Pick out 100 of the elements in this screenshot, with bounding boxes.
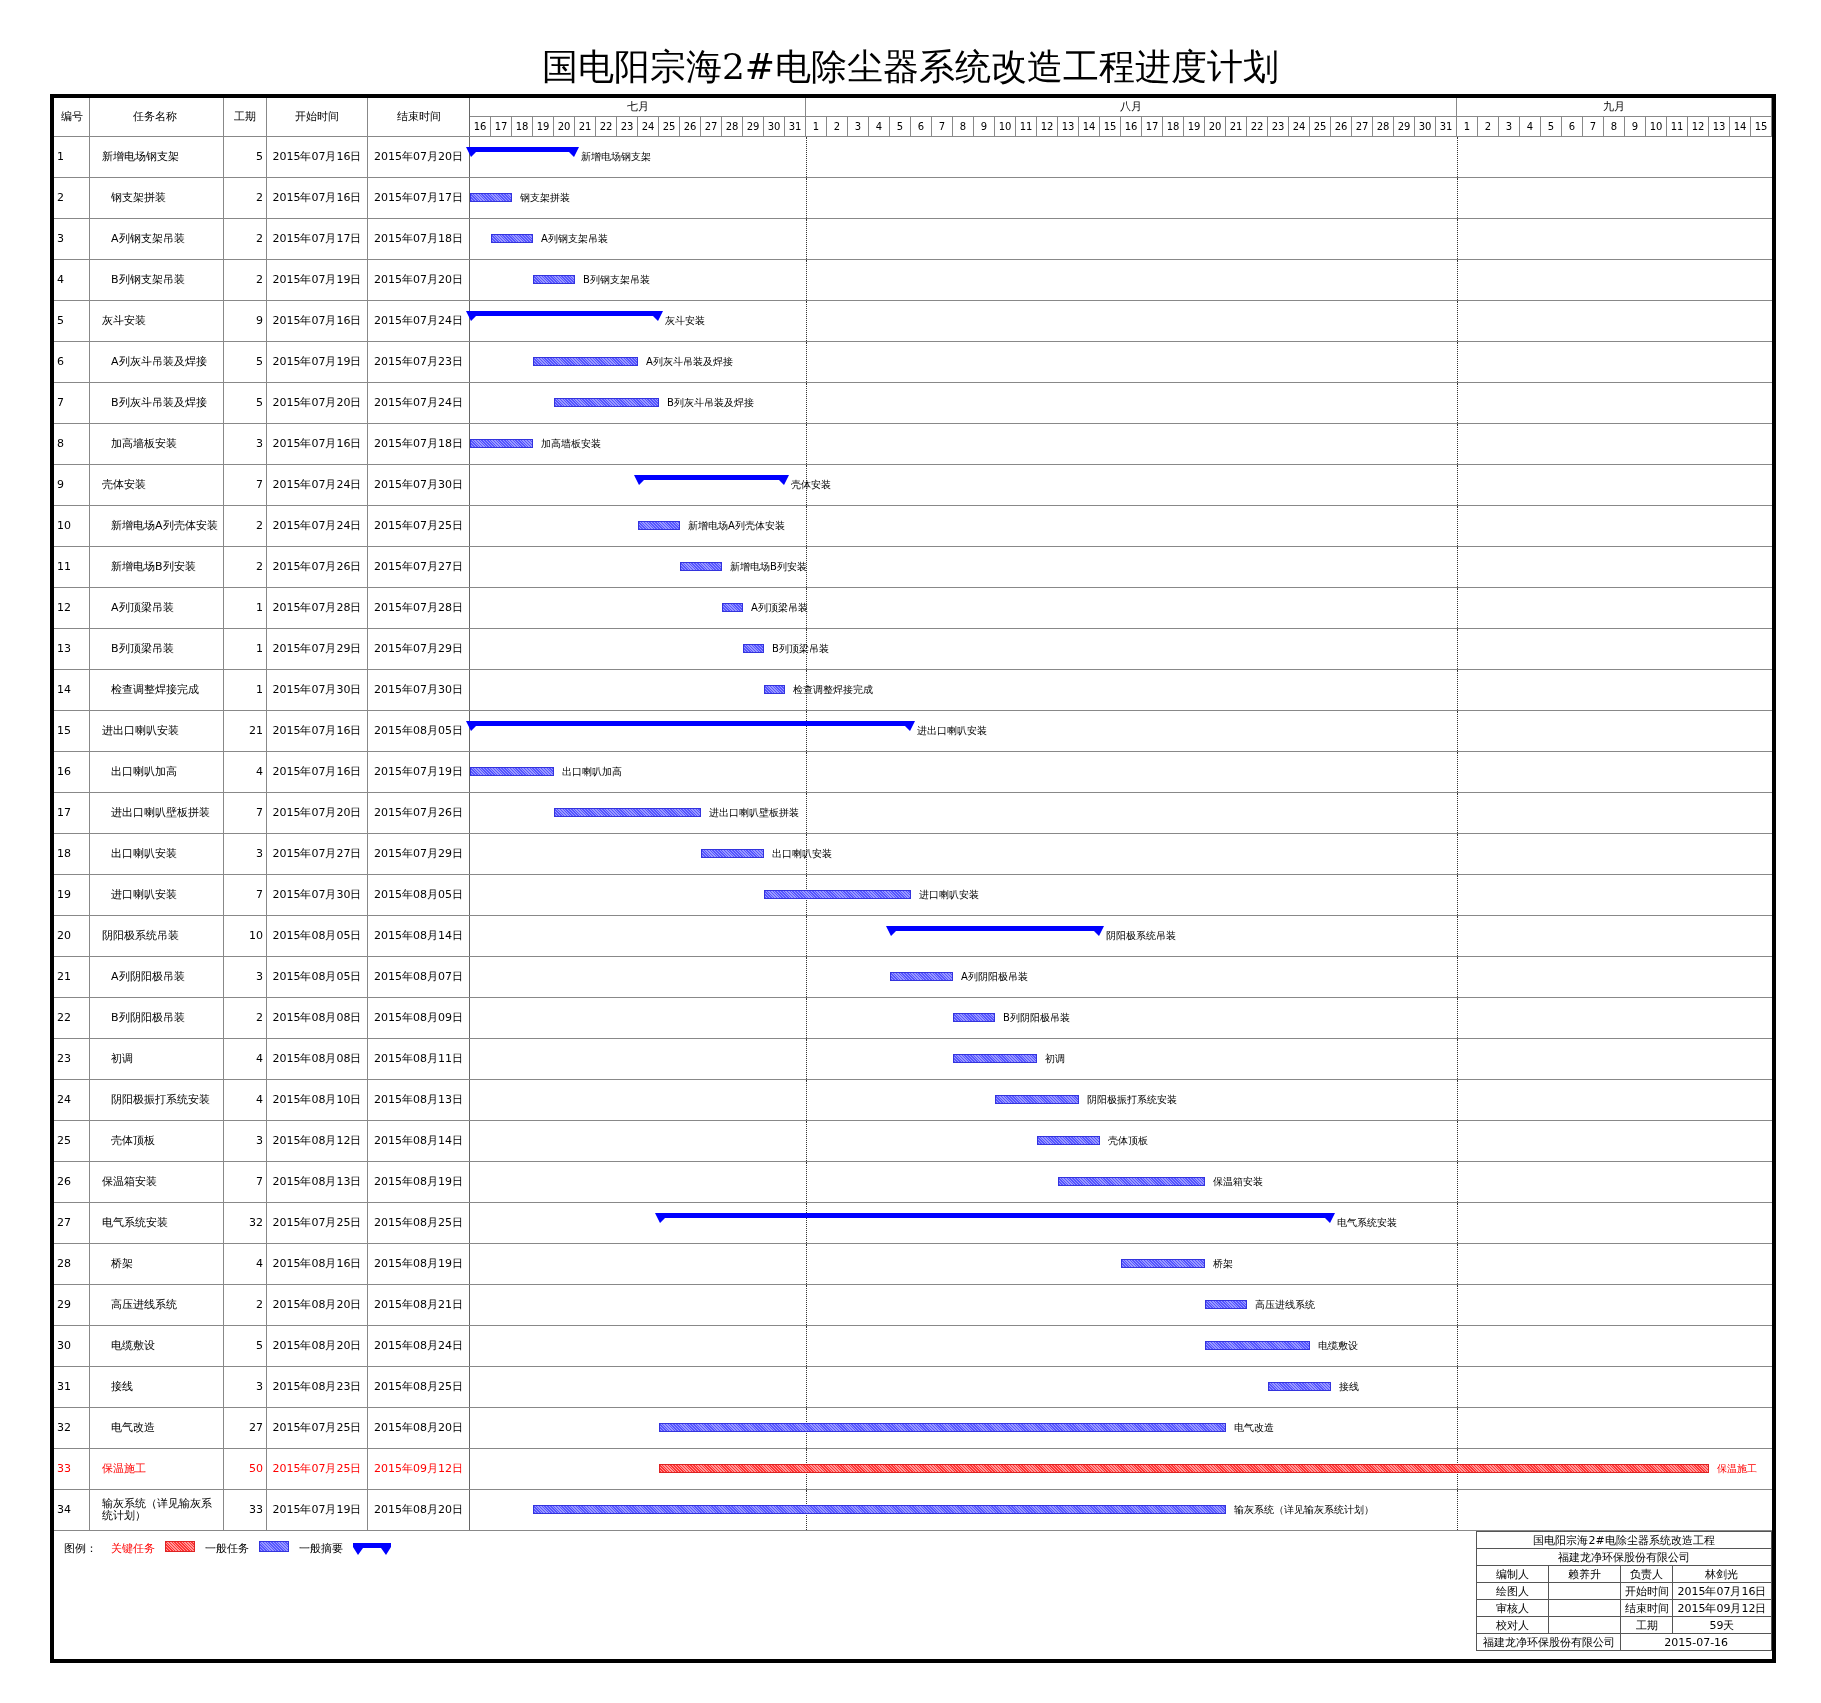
day-label: 21 (575, 117, 596, 136)
day-label: 24 (1289, 117, 1310, 136)
day-label: 15 (1100, 117, 1121, 136)
table-cell: 2015年07月16日 (267, 424, 368, 464)
table-cell: 审核人 (1476, 1599, 1549, 1617)
table-cell: 2015年07月25日 (267, 1449, 368, 1489)
table-cell: 2015年07月29日 (267, 629, 368, 669)
table-cell: 22 (54, 998, 90, 1038)
table-cell: 2 (224, 219, 267, 259)
table-cell: 2015年08月25日 (368, 1367, 470, 1407)
table-cell: 绘图人 (1476, 1582, 1549, 1600)
day-label: 10 (1646, 117, 1667, 136)
table-cell: 编制人 (1476, 1565, 1549, 1583)
table-cell: 2015年08月25日 (368, 1203, 470, 1243)
table-cell: 32 (224, 1203, 267, 1243)
day-label: 16 (470, 117, 491, 136)
day-label: 15 (1751, 117, 1772, 136)
table-cell: 工期 (1620, 1616, 1673, 1634)
table-cell: 2015年07月16日 (1672, 1582, 1772, 1600)
table-cell: 2015年07月16日 (267, 752, 368, 792)
day-label: 7 (932, 117, 953, 136)
table-cell: 2015年08月20日 (267, 1326, 368, 1366)
column-header: 工期 (224, 98, 267, 136)
table-cell: 2015年07月20日 (368, 260, 470, 300)
table-cell: 2015年07月26日 (267, 547, 368, 587)
table-cell: 5 (224, 383, 267, 423)
bar-label: B列顶梁吊装 (772, 643, 829, 655)
day-label: 5 (890, 117, 911, 136)
day-label: 6 (1562, 117, 1583, 136)
table-cell: 输灰系统（详见输灰系统计划） (90, 1490, 224, 1530)
day-label: 24 (638, 117, 659, 136)
table-cell: 4 (224, 752, 267, 792)
bar-label: A列顶梁吊装 (751, 602, 808, 614)
bar-label: 出口喇叭加高 (562, 766, 622, 778)
table-cell: 9 (224, 301, 267, 341)
table-cell: 59天 (1672, 1616, 1772, 1634)
day-label: 13 (1058, 117, 1079, 136)
table-cell: 2015-07-16 (1620, 1633, 1772, 1651)
day-label: 23 (1268, 117, 1289, 136)
bar-label: 输灰系统（详见输灰系统计划） (1234, 1504, 1374, 1516)
table-cell: 2015年08月10日 (267, 1080, 368, 1120)
table-cell: 7 (224, 465, 267, 505)
table-cell: 2015年07月16日 (267, 137, 368, 177)
bar-label: 壳体顶板 (1108, 1135, 1148, 1147)
table-cell: 2015年07月17日 (267, 219, 368, 259)
table-cell: 2015年08月20日 (267, 1285, 368, 1325)
table-cell: 2015年09月12日 (368, 1449, 470, 1489)
legend-label: 一般摘要 (299, 1541, 343, 1556)
day-label: 30 (1415, 117, 1436, 136)
month-label: 九月 (1457, 98, 1772, 116)
table-cell: 初调 (90, 1039, 224, 1079)
day-label: 5 (1541, 117, 1562, 136)
day-label: 22 (1247, 117, 1268, 136)
table-cell: 赖养升 (1548, 1565, 1621, 1583)
table-cell: 3 (224, 1121, 267, 1161)
table-cell: 33 (224, 1490, 267, 1530)
day-label: 11 (1667, 117, 1688, 136)
table-cell: 高压进线系统 (90, 1285, 224, 1325)
table-cell: 2015年07月16日 (267, 301, 368, 341)
table-cell: 2015年07月28日 (368, 588, 470, 628)
day-label: 31 (785, 117, 806, 136)
table-cell: 26 (54, 1162, 90, 1202)
table-cell: 1 (224, 629, 267, 669)
day-label: 3 (1499, 117, 1520, 136)
table-cell: 3 (224, 957, 267, 997)
table-cell: 27 (54, 1203, 90, 1243)
bar-label: 高压进线系统 (1255, 1299, 1315, 1311)
table-cell: 2 (224, 260, 267, 300)
table-cell: 2015年08月23日 (267, 1367, 368, 1407)
bar-label: 新增电场B列安装 (730, 561, 807, 573)
column-header: 任务名称 (90, 98, 224, 136)
day-label: 20 (1205, 117, 1226, 136)
day-label: 7 (1583, 117, 1604, 136)
day-label: 22 (596, 117, 617, 136)
table-cell: 2015年08月05日 (267, 916, 368, 956)
table-cell: 2015年07月19日 (267, 1490, 368, 1530)
day-label: 14 (1079, 117, 1100, 136)
table-cell: B列灰斗吊装及焊接 (90, 383, 224, 423)
table-cell: 3 (54, 219, 90, 259)
table-cell: 进口喇叭安装 (90, 875, 224, 915)
table-cell: 1 (54, 137, 90, 177)
table-cell: 2015年08月14日 (368, 916, 470, 956)
table-cell: A列顶梁吊装 (90, 588, 224, 628)
table-cell: 结束时间 (1620, 1599, 1673, 1617)
table-cell: 阴阳极振打系统安装 (90, 1080, 224, 1120)
table-cell: 2015年07月30日 (267, 670, 368, 710)
bar-label: 进出口喇叭安装 (917, 725, 987, 737)
bar-label: 桥架 (1213, 1258, 1233, 1270)
table-cell: 负责人 (1620, 1565, 1673, 1583)
day-label: 17 (491, 117, 512, 136)
table-cell: 阴阳极系统吊装 (90, 916, 224, 956)
column-header: 开始时间 (267, 98, 368, 136)
bar-label: 电气系统安装 (1337, 1217, 1397, 1229)
legend-label: 图例： (64, 1541, 97, 1556)
table-cell: 4 (224, 1080, 267, 1120)
day-label: 25 (1310, 117, 1331, 136)
bar-label: B列灰斗吊装及焊接 (667, 397, 754, 409)
table-cell: 2015年07月24日 (267, 506, 368, 546)
day-label: 10 (995, 117, 1016, 136)
table-cell: 2015年07月16日 (267, 178, 368, 218)
